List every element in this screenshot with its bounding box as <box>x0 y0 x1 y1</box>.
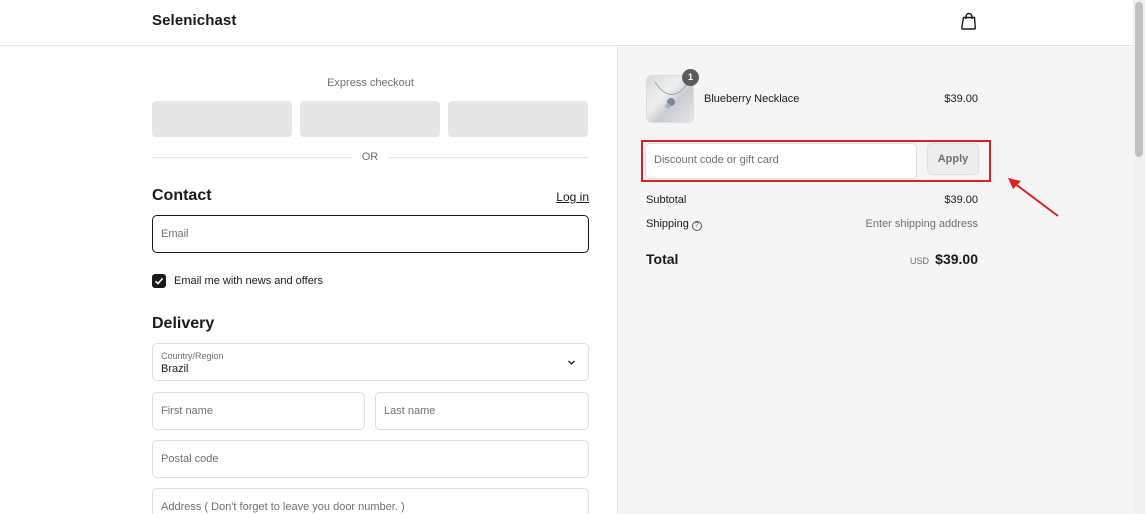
subtotal-value: $39.00 <box>944 194 978 206</box>
shipping-row: Shipping? <box>646 218 702 231</box>
discount-placeholder: Discount code or gift card <box>654 154 779 166</box>
newsletter-checkbox[interactable] <box>152 274 166 288</box>
postal-code-field[interactable]: Postal code <box>152 440 589 478</box>
express-pay-button-1[interactable] <box>152 101 292 137</box>
delivery-title: Delivery <box>152 315 215 332</box>
product-price: $39.00 <box>944 93 978 105</box>
email-placeholder: Email <box>161 228 189 240</box>
last-name-field[interactable]: Last name <box>375 392 589 430</box>
total-currency: USD <box>909 256 929 266</box>
chevron-down-icon <box>568 360 575 365</box>
first-name-field[interactable]: First name <box>152 392 365 430</box>
checkmark-icon <box>154 277 164 285</box>
order-summary-panel <box>617 47 1133 514</box>
newsletter-label[interactable]: Email me with news and offers <box>174 275 323 287</box>
express-pay-button-3[interactable] <box>448 101 588 137</box>
subtotal-label: Subtotal <box>646 194 687 206</box>
total-label: Total <box>646 251 679 267</box>
email-field[interactable]: Email <box>152 215 589 253</box>
scrollbar[interactable] <box>1133 0 1145 514</box>
info-icon[interactable]: ? <box>691 221 702 231</box>
country-value: Brazil <box>161 363 189 375</box>
shipping-value: Enter shipping address <box>865 218 978 230</box>
shipping-label: Shipping <box>646 218 689 230</box>
country-select[interactable]: Country/Region Brazil <box>152 343 589 381</box>
last-name-placeholder: Last name <box>384 405 436 417</box>
total-value: $39.00 <box>935 251 978 267</box>
contact-title: Contact <box>152 187 212 204</box>
scrollbar-thumb[interactable] <box>1135 2 1143 157</box>
postal-code-placeholder: Postal code <box>161 453 219 465</box>
shopping-bag-icon[interactable] <box>960 12 977 30</box>
quantity-badge: 1 <box>682 69 699 86</box>
product-name: Blueberry Necklace <box>704 93 800 105</box>
brand-logo[interactable]: Selenichast <box>152 12 236 29</box>
apply-button[interactable]: Apply <box>927 143 979 175</box>
express-checkout-label: Express checkout <box>327 77 414 89</box>
country-label: Country/Region <box>161 351 224 361</box>
or-divider-label: OR <box>352 151 388 163</box>
header: Selenichast <box>0 0 1133 46</box>
express-pay-button-2[interactable] <box>300 101 440 137</box>
first-name-placeholder: First name <box>161 405 213 417</box>
address-placeholder: Address ( Don't forget to leave you door… <box>161 501 405 513</box>
address-field[interactable]: Address ( Don't forget to leave you door… <box>152 488 589 514</box>
annotation-arrow-icon <box>1008 178 1059 217</box>
login-link[interactable]: Log in <box>556 190 589 204</box>
discount-code-input[interactable]: Discount code or gift card <box>645 143 917 179</box>
